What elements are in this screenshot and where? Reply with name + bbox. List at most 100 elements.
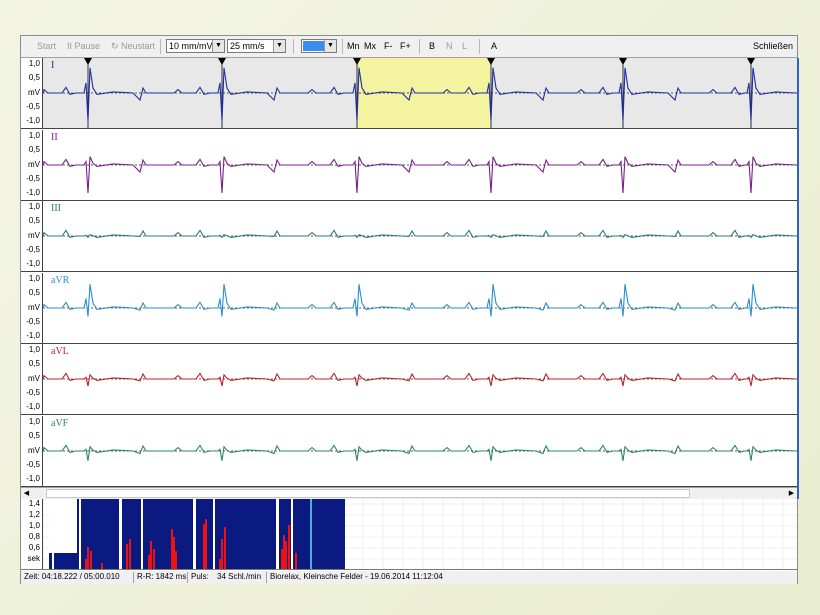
a-button[interactable]: A [491, 41, 497, 51]
status-separator [266, 572, 267, 583]
lead-plot[interactable]: aVR [43, 273, 797, 343]
rr-gap [79, 499, 81, 569]
rr-interval-panel: 1,4 1,2 1,0 0,8 0,6 sek [21, 499, 797, 570]
chevron-down-icon: ▼ [324, 40, 336, 52]
ecg-waveform [43, 155, 797, 193]
y-tick-label: 1,0 [28, 345, 40, 354]
y-tick-label: -0,5 [26, 245, 40, 254]
lead-plot[interactable]: I [43, 58, 797, 128]
lead-row: 1,0 0,5 mV -0,5 -1,0 I [21, 58, 797, 129]
lead-row: 1,0 0,5 mV -0,5 -1,0 aVF [21, 415, 797, 487]
ecg-leads-area: 1,0 0,5 mV -0,5 -1,0 I 1,0 0,5 mV -0,5 -1,0 II 1,0 0,… [21, 58, 797, 487]
rr-gap [193, 499, 196, 569]
y-tick-label: 0,5 [28, 144, 40, 154]
gain-value: 10 mm/mV [169, 41, 213, 51]
beat-marker-icon [218, 58, 226, 65]
rr-y-tick-label: 0,8 [28, 532, 40, 541]
lead-plot[interactable]: III [43, 201, 797, 271]
b-button[interactable]: B [429, 41, 435, 51]
lead-plot[interactable]: aVL [43, 344, 797, 414]
y-tick-label: -1,0 [26, 116, 40, 125]
rr-gap [213, 499, 215, 569]
rr-spike [90, 551, 92, 569]
scroll-left-icon[interactable]: ◀ [21, 488, 32, 499]
rr-spike [153, 549, 155, 569]
toolbar-separator [479, 39, 480, 54]
rr-spike [283, 535, 285, 569]
color-select[interactable]: ▼ [301, 39, 337, 53]
n-button[interactable]: N [446, 41, 453, 51]
rr-spike [171, 529, 173, 569]
toolbar-separator [160, 39, 161, 54]
rr-spike [126, 544, 128, 569]
lead-row: 1,0 0,5 mV -0,5 -1,0 II [21, 129, 797, 201]
lead-name-label: aVL [51, 346, 69, 357]
restart-button[interactable]: ↻ Neustart [111, 41, 155, 52]
status-separator [133, 572, 134, 583]
y-tick-label: mV [28, 374, 40, 383]
speed-value: 25 mm/s [230, 41, 265, 51]
lead-plot[interactable]: aVF [43, 416, 797, 486]
ecg-waveform [43, 443, 797, 461]
rr-y-tick-label: 1,0 [28, 521, 40, 530]
ecg-waveform [43, 283, 797, 316]
y-tick-label: mV [28, 88, 40, 97]
y-tick-label: -1,0 [26, 259, 40, 268]
y-tick-label: 0,5 [28, 216, 40, 225]
close-button[interactable]: Schließen [753, 41, 793, 51]
lead-plot[interactable]: II [43, 130, 797, 200]
y-tick-label: 0,5 [28, 287, 40, 297]
status-time: Zeit: 04:18.222 / 05:00.010 [24, 572, 120, 581]
status-rr: R-R: 1842 ms [137, 572, 187, 581]
rr-chart[interactable] [43, 499, 797, 569]
y-tick-label: 0,5 [28, 73, 40, 82]
y-tick-label: 1,0 [28, 416, 40, 426]
toolbar: Start II Pause ↻ Neustart 10 mm/mV ▼ 25 … [21, 36, 797, 58]
mn-button[interactable]: Mn [347, 41, 360, 51]
rr-spike [281, 549, 283, 569]
status-session: Biorelax, Kleinsche Felder - 19.06.2014 … [270, 572, 443, 581]
y-tick-label: mV [28, 302, 40, 312]
rr-spike [221, 539, 223, 569]
y-tick-label: -1,0 [26, 473, 40, 483]
y-tick-label: 0,5 [28, 430, 40, 440]
toolbar-separator [419, 39, 420, 54]
ecg-waveform [43, 372, 797, 387]
status-pulse-label: Puls: [191, 572, 209, 581]
lead-y-axis: 1,0 0,5 mV -0,5 -1,0 [21, 58, 43, 128]
start-button[interactable]: Start [37, 41, 56, 51]
toolbar-separator [342, 39, 343, 54]
scroll-right-icon[interactable]: ▶ [786, 488, 797, 499]
status-bar: Zeit: 04:18.222 / 05:00.010 R-R: 1842 ms… [21, 571, 797, 584]
lead-y-axis: 1,0 0,5 mV -0,5 -1,0 [21, 272, 43, 343]
rr-spike [175, 551, 177, 569]
pause-button[interactable]: II Pause [67, 41, 100, 51]
mx-button[interactable]: Mx [364, 41, 376, 51]
lead-row: 1,0 0,5 mV -0,5 -1,0 aVL [21, 344, 797, 415]
rr-spike [129, 539, 131, 569]
rr-interval-bars [49, 499, 345, 569]
horizontal-scrollbar[interactable]: ◀ ▶ [21, 487, 797, 499]
y-tick-label: 1,0 [28, 59, 40, 68]
l-button[interactable]: L [462, 41, 467, 51]
rr-gap [276, 499, 279, 569]
beat-marker-icon [747, 58, 755, 65]
lead-name-label: I [51, 60, 55, 71]
speed-select[interactable]: 25 mm/s ▼ [227, 39, 286, 53]
gain-select[interactable]: 10 mm/mV ▼ [166, 39, 225, 53]
lead-y-axis: 1,0 0,5 mV -0,5 -1,0 [21, 201, 43, 271]
filter-minus-button[interactable]: F- [384, 41, 393, 51]
rr-y-tick-label: 0,6 [28, 543, 40, 552]
chevron-down-icon: ▼ [273, 40, 285, 52]
rr-gap [141, 499, 143, 569]
rr-spike [295, 553, 297, 569]
y-tick-label: -0,5 [26, 388, 40, 397]
beat-marker-icon [619, 58, 627, 65]
rr-spike [173, 537, 175, 569]
filter-plus-button[interactable]: F+ [400, 41, 411, 51]
window-edge [797, 58, 799, 499]
rr-spike [150, 541, 152, 569]
scrollbar-thumb[interactable] [46, 489, 690, 498]
y-tick-label: -0,5 [26, 459, 40, 469]
lead-row: 1,0 0,5 mV -0,5 -1,0 aVR [21, 272, 797, 344]
